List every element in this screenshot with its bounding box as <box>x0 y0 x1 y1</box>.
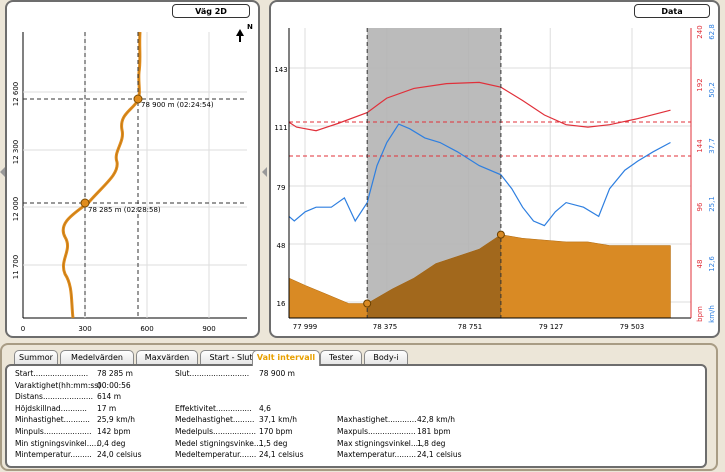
map-x-tick: 0 <box>21 325 25 333</box>
speed-tick: 62,8 <box>708 24 716 40</box>
left-y-tick: 16 <box>277 300 286 308</box>
data-chart[interactable]: 143 111 79 48 16 77 999 78 375 78 751 79… <box>271 2 718 336</box>
stat-label: Min stigningsvinkel..... <box>15 438 99 448</box>
tab-tester[interactable]: Tester <box>320 350 362 365</box>
tab-summor[interactable]: Summor <box>14 350 58 365</box>
bpm-tick: 240 <box>696 25 704 38</box>
stat-label: Medelhastighet......... <box>175 415 255 425</box>
selected-interval-stats: Start....................... 78 285 m Vara… <box>5 364 707 468</box>
stat-label: Medelpuls.................. <box>175 427 256 436</box>
bpm-unit: bpm <box>696 306 704 322</box>
speed-unit: km/h <box>708 305 716 323</box>
speed-tick: 12,6 <box>708 256 716 272</box>
stat-label: Varaktighet(hh:mm:ss) <box>15 380 102 390</box>
stat-label: Distans..................... <box>15 392 94 402</box>
north-label: N <box>247 23 253 31</box>
map-x-tick: 900 <box>202 325 215 333</box>
route-track <box>61 31 142 319</box>
x-tick: 78 751 <box>458 323 483 331</box>
x-tick: 78 375 <box>373 323 398 331</box>
selection-start-handle[interactable] <box>363 299 372 308</box>
stat-label: Start....................... <box>15 369 89 378</box>
stat-value: 614 m <box>97 392 122 402</box>
map-marker-end-label: 78 900 m (02:24:54) <box>141 101 214 109</box>
north-arrow-icon: N <box>236 23 253 42</box>
stat-value: 42,8 km/h <box>417 415 456 425</box>
x-tick: 79 127 <box>539 323 564 331</box>
map-x-tick: 600 <box>140 325 153 333</box>
stat-value: 142 bpm <box>97 427 131 436</box>
tab-body-i[interactable]: Body-i <box>364 350 408 365</box>
tab-maxvarden[interactable]: Maxvärden <box>136 350 198 365</box>
stat-label: Höjdskillnad........... <box>15 403 87 413</box>
stat-label: Medel stigningsvinke.... <box>175 438 264 448</box>
left-y-tick: 111 <box>274 124 287 132</box>
stat-value: 0,4 deg <box>97 438 126 448</box>
x-tick: 77 999 <box>293 323 318 331</box>
stat-label: Mintemperatur......... <box>15 450 92 460</box>
map-2d-plot[interactable]: 12 600 12 300 12 000 11 700 0 300 600 90… <box>7 2 258 336</box>
stat-value: 17 m <box>97 403 117 413</box>
selection-end-handle[interactable] <box>496 230 505 239</box>
stat-label: Maxpuls.................... <box>337 427 416 436</box>
stat-value: 4,6 <box>259 403 271 413</box>
stat-value: 24,1 celsius <box>259 450 304 460</box>
bpm-tick: 48 <box>696 260 704 269</box>
stat-value: 181 bpm <box>417 427 451 436</box>
stat-value: 1,8 deg <box>417 438 446 448</box>
stat-value: 170 bpm <box>259 427 293 436</box>
data-chart-panel: Data 143 111 79 48 16 77 999 78 375 78 7… <box>269 0 720 338</box>
stat-label: Medeltemperatur....... <box>175 450 257 460</box>
stat-value: 37,1 km/h <box>259 415 298 425</box>
stat-label: Slut......................... <box>175 369 250 378</box>
stat-value: 00:00:56 <box>97 380 131 390</box>
stat-label: Minhastighet........... <box>15 415 90 425</box>
bpm-tick: 96 <box>696 202 704 211</box>
tab-medelvarden[interactable]: Medelvärden <box>60 350 134 365</box>
stat-value: 24,0 celsius <box>97 450 142 460</box>
map-y-tick: 12 600 <box>12 82 20 107</box>
map-y-tick: 12 300 <box>12 140 20 165</box>
stat-label: Effektivitet............... <box>175 403 252 413</box>
stat-label: Max stigningsvinkel..... <box>337 438 423 448</box>
speed-tick: 25,1 <box>708 196 716 212</box>
bpm-tick: 144 <box>696 139 704 153</box>
stat-value: 1,5 deg <box>259 438 288 448</box>
stat-label: Minpuls.................... <box>15 427 92 436</box>
x-tick: 79 503 <box>620 323 645 331</box>
left-y-tick: 48 <box>277 242 286 250</box>
map-y-tick: 11 700 <box>12 255 20 280</box>
speed-tick: 50,2 <box>708 82 716 98</box>
tab-valt-intervall[interactable]: Valt intervall <box>252 350 320 366</box>
stat-value: 78 900 m <box>259 369 295 378</box>
map-y-tick: 12 000 <box>12 197 20 222</box>
bpm-tick: 192 <box>696 78 704 91</box>
map-2d-panel: Väg 2D 12 600 12 300 12 000 11 700 0 300… <box>5 0 260 338</box>
stat-label: Maxtemperatur......... <box>337 450 416 460</box>
left-y-tick: 79 <box>277 184 286 192</box>
left-y-tick: 143 <box>274 66 287 74</box>
map-marker-start-label: 78 285 m (02:28:58) <box>88 206 161 214</box>
stat-value: 78 285 m <box>97 369 133 378</box>
stat-value: 25,9 km/h <box>97 415 136 425</box>
stat-value: 24,1 celsius <box>417 450 462 460</box>
speed-tick: 37,7 <box>708 138 716 154</box>
map-x-tick: 300 <box>78 325 91 333</box>
stat-label: Maxhastighet............ <box>337 415 417 425</box>
middle-splitter-handle[interactable] <box>262 167 267 177</box>
